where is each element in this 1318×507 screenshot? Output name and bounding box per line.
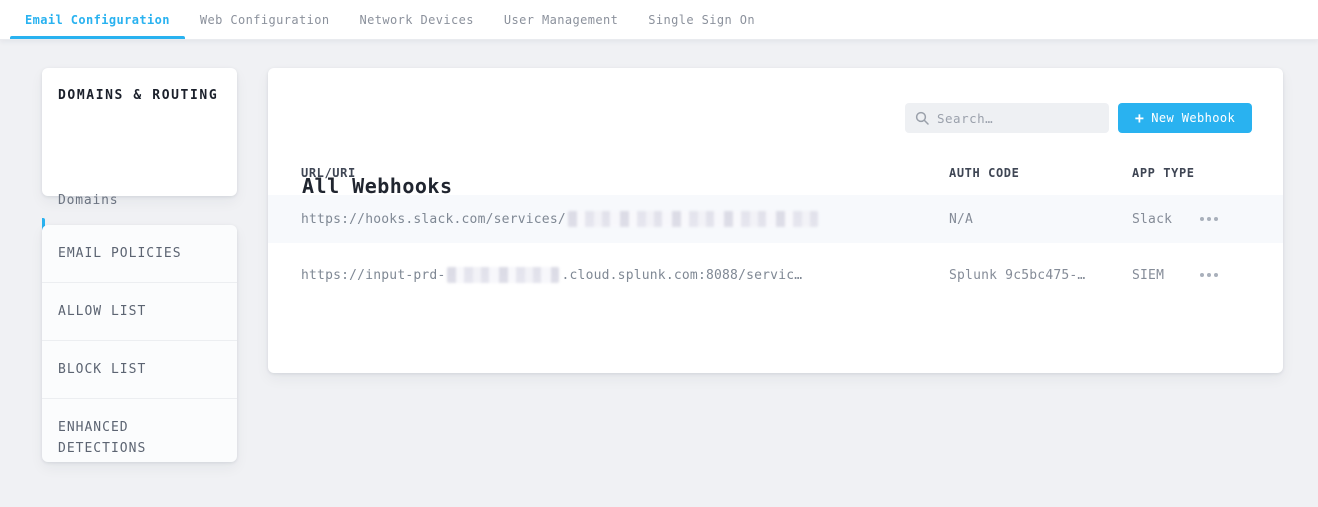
row-menu-button[interactable]	[1200, 195, 1240, 243]
sidebar-item-allow-list[interactable]: ALLOW LIST	[42, 282, 237, 340]
tab-web-configuration[interactable]: Web Configuration	[185, 0, 345, 39]
webhook-search	[905, 103, 1109, 133]
search-input[interactable]	[937, 111, 1099, 126]
table-header-row: URL/URI AUTH CODE APP TYPE	[268, 166, 1283, 195]
column-header-url: URL/URI	[301, 166, 356, 180]
sidebar-item-email-policies[interactable]: EMAIL POLICIES	[42, 225, 237, 282]
table-row: https://input-prd- .cloud.splunk.com:808…	[268, 243, 1283, 307]
tab-network-devices[interactable]: Network Devices	[345, 0, 489, 39]
table-row: https://hooks.slack.com/services/ N/A Sl…	[268, 195, 1283, 243]
app-type-value: SIEM	[1132, 243, 1202, 307]
tab-email-configuration[interactable]: Email Configuration	[10, 0, 185, 39]
search-icon	[915, 111, 929, 125]
app-window: Email Configuration Web Configuration Ne…	[0, 0, 1318, 507]
webhook-url: https://hooks.slack.com/services/	[301, 195, 931, 243]
webhook-url: https://input-prd- .cloud.splunk.com:808…	[301, 243, 931, 307]
sidebar-domains-routing-card: DOMAINS & ROUTING Domains Alert Webhooks	[42, 68, 237, 196]
tab-single-sign-on[interactable]: Single Sign On	[633, 0, 770, 39]
sidebar-item-domains[interactable]: Domains	[58, 193, 118, 208]
ellipsis-icon	[1200, 273, 1218, 277]
url-text: https://hooks.slack.com/services/	[301, 212, 566, 227]
url-text-suffix: .cloud.splunk.com:8088/servic…	[561, 268, 802, 283]
new-webhook-label: New Webhook	[1151, 111, 1235, 125]
redacted-blur	[447, 267, 559, 283]
column-header-app-type: APP TYPE	[1132, 166, 1195, 180]
ellipsis-icon	[1200, 217, 1218, 221]
auth-code-value: N/A	[949, 195, 1119, 243]
sidebar-sections-card: EMAIL POLICIES ALLOW LIST BLOCK LIST ENH…	[42, 225, 237, 462]
column-header-auth-code: AUTH CODE	[949, 166, 1019, 180]
sidebar-item-block-list[interactable]: BLOCK LIST	[42, 340, 237, 398]
tab-user-management[interactable]: User Management	[489, 0, 633, 39]
sidebar-item-enhanced-detections[interactable]: ENHANCED DETECTIONS	[42, 398, 237, 477]
url-text: https://input-prd-	[301, 268, 445, 283]
app-type-value: Slack	[1132, 195, 1202, 243]
sidebar-section-header: DOMAINS & ROUTING	[58, 88, 218, 103]
new-webhook-button[interactable]: + New Webhook	[1118, 103, 1252, 133]
auth-code-value: Splunk 9c5bc475-…	[949, 243, 1119, 307]
webhooks-panel: All Webhooks + New Webhook URL/URI AUTH …	[268, 68, 1283, 373]
redacted-blur	[568, 211, 818, 227]
row-menu-button[interactable]	[1200, 243, 1240, 307]
plus-icon: +	[1135, 111, 1144, 126]
top-navigation: Email Configuration Web Configuration Ne…	[0, 0, 1318, 40]
